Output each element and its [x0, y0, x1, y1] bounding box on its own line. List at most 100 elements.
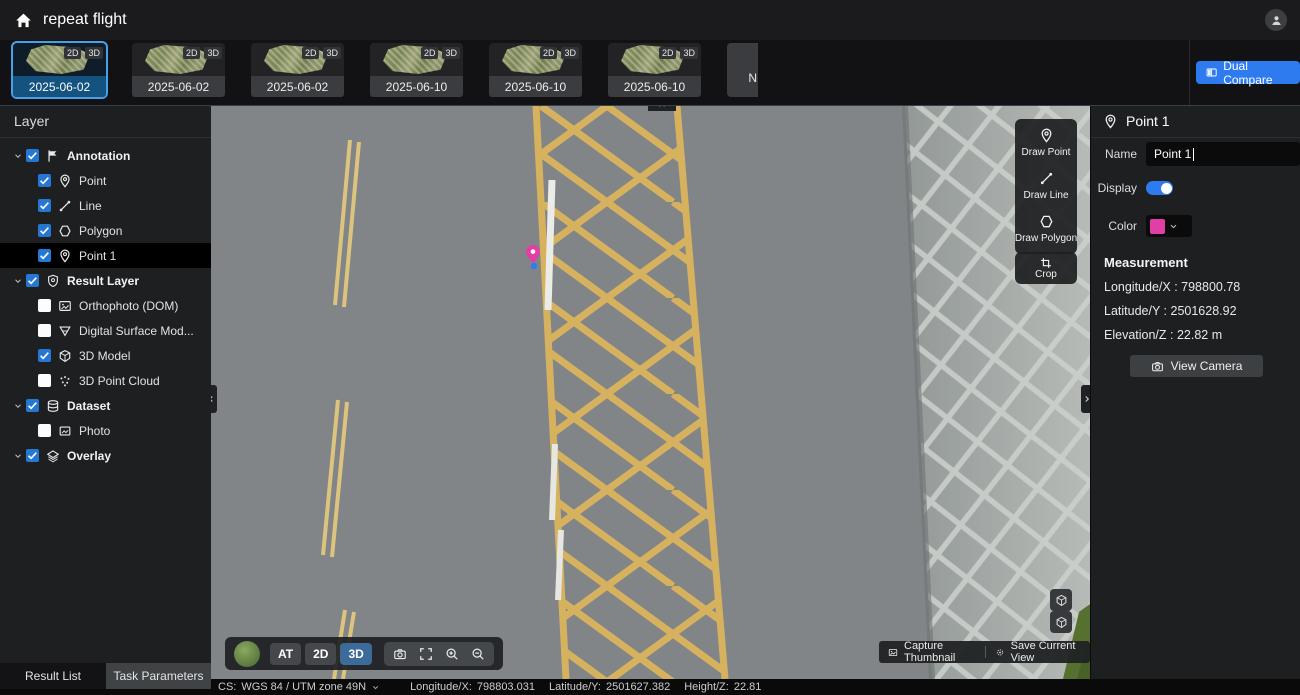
zoom-in-button[interactable]	[439, 643, 465, 665]
view-mode-at[interactable]: AT	[270, 643, 301, 665]
badge-2d[interactable]: 2D	[183, 47, 201, 59]
draw-line-tool[interactable]: Draw Line	[1015, 165, 1077, 208]
flight-thumbnail-3[interactable]: 2D3D2025-06-02	[251, 43, 344, 97]
chevron-down-icon[interactable]	[10, 451, 26, 461]
view-mode-2d[interactable]: 2D	[305, 643, 336, 665]
dual-compare-button[interactable]: Dual Compare	[1196, 61, 1300, 84]
zoomout-icon	[471, 647, 485, 661]
thumbnail-date: 2025-06-10	[489, 76, 582, 97]
split-view-icon	[1206, 66, 1217, 79]
checkbox-point[interactable]	[38, 174, 51, 187]
draw-polygon-tool[interactable]: Draw Polygon	[1015, 208, 1077, 251]
badge-2d[interactable]: 2D	[421, 47, 439, 59]
layer-row-3d-model[interactable]: 3D Model	[0, 343, 211, 368]
coordinate-system-selector[interactable]: CS:WGS 84 / UTM zone 49N	[218, 681, 380, 693]
color-picker[interactable]	[1146, 215, 1192, 237]
point-1-map-marker[interactable]	[523, 244, 543, 270]
status-longitude-x: Longitude/X:798803.031	[410, 681, 535, 693]
shield-icon	[46, 274, 60, 288]
badge-3d[interactable]: 3D	[442, 47, 460, 59]
layer-row-line[interactable]: Line	[0, 193, 211, 218]
checkbox-point-1[interactable]	[38, 249, 51, 262]
crop-tool[interactable]: Crop	[1015, 252, 1077, 284]
layer-row-digital-surface-model[interactable]: Digital Surface Mod...	[0, 318, 211, 343]
checkbox-dataset[interactable]	[26, 399, 39, 412]
inspector-title: Point 1	[1126, 113, 1170, 129]
checkbox-polygon[interactable]	[38, 224, 51, 237]
layer-row-overlay[interactable]: Overlay	[0, 443, 211, 468]
capture-thumbnail-label: Capture Thumbnail	[904, 640, 976, 664]
layer-row-dataset[interactable]: Dataset	[0, 393, 211, 418]
flight-thumbnail-6[interactable]: 2D3D2025-06-10	[608, 43, 701, 97]
zoom-out-button[interactable]	[465, 643, 491, 665]
badge-3d[interactable]: 3D	[204, 47, 222, 59]
view-mode-3d[interactable]: 3D	[340, 643, 371, 665]
flight-thumbnail-partial[interactable]: N	[727, 43, 758, 97]
image-icon	[888, 646, 898, 659]
layer-row-annotation[interactable]: Annotation	[0, 143, 211, 168]
flight-thumbnail-1[interactable]: 2D3D2025-06-02	[13, 43, 106, 97]
layer-row-orthophoto-dom[interactable]: Orthophoto (DOM)	[0, 293, 211, 318]
checkbox-3d-model[interactable]	[38, 349, 51, 362]
screenshot-button[interactable]	[387, 643, 413, 665]
name-value: Point 1	[1154, 147, 1191, 161]
camera-icon	[1151, 360, 1164, 373]
badge-2d[interactable]: 2D	[659, 47, 677, 59]
badge-3d[interactable]: 3D	[323, 47, 341, 59]
checkbox-3d-point-cloud[interactable]	[38, 374, 51, 387]
layer-row-result-layer[interactable]: Result Layer	[0, 268, 211, 293]
badge-2d[interactable]: 2D	[302, 47, 320, 59]
measurement-latitude-y: Latitude/Y : 2501628.92	[1104, 304, 1291, 318]
draw-point-tool[interactable]: Draw Point	[1015, 122, 1077, 165]
flight-thumbnail-5[interactable]: 2D3D 2025-06-10	[489, 43, 582, 97]
layer-row-point[interactable]: Point	[0, 168, 211, 193]
badge-2d[interactable]: 2D	[64, 47, 82, 59]
measurement-label: Longitude/X	[1104, 280, 1171, 294]
checkbox-digital-surface-model[interactable]	[38, 324, 51, 337]
flight-thumbnail-2[interactable]: 2D3D2025-06-02	[132, 43, 225, 97]
display-toggle[interactable]	[1146, 181, 1173, 195]
minimap-thumbnail[interactable]	[234, 641, 260, 667]
chevron-down-icon[interactable]	[10, 151, 26, 161]
checkbox-line[interactable]	[38, 199, 51, 212]
layer-row-photo[interactable]: Photo	[0, 418, 211, 443]
layer-row-3d-point-cloud[interactable]: 3D Point Cloud	[0, 368, 211, 393]
thumbnail-list: 2D3D2025-06-022D3D2025-06-022D3D2025-06-…	[13, 43, 758, 97]
capture-thumbnail-button[interactable]: Capture Thumbnail	[888, 640, 976, 664]
save-current-view-button[interactable]: Save Current View	[995, 640, 1081, 664]
checkbox-orthophoto-dom[interactable]	[38, 299, 51, 312]
fit-view-button[interactable]	[413, 643, 439, 665]
view-cube-button-1[interactable]	[1050, 589, 1072, 611]
tab-result-list[interactable]: Result List	[0, 663, 106, 689]
thumbnail-partial-label: N	[748, 71, 757, 85]
chevron-down-icon[interactable]	[10, 401, 26, 411]
home-icon[interactable]	[14, 11, 33, 30]
view-buttons-group	[384, 642, 494, 666]
tab-task-parameters[interactable]: Task Parameters	[106, 663, 211, 689]
image-icon	[58, 299, 72, 313]
measurement-label: Latitude/Y	[1104, 304, 1160, 318]
layer-row-polygon[interactable]: Polygon	[0, 218, 211, 243]
map-viewport[interactable]: Draw PointDraw LineDraw Polygon Crop AT2…	[211, 106, 1090, 679]
status-value: 22.81	[734, 681, 762, 693]
status-value: 2501627.382	[606, 681, 670, 693]
chevron-down-icon[interactable]	[10, 276, 26, 286]
flight-thumbnail-4[interactable]: 2D3D2025-06-10	[370, 43, 463, 97]
layer-row-point-1[interactable]: Point 1	[0, 243, 211, 268]
flag-icon	[46, 149, 60, 163]
capture-bar: Capture Thumbnail Save Current View	[879, 641, 1090, 663]
user-avatar[interactable]	[1265, 9, 1287, 31]
checkbox-overlay[interactable]	[26, 449, 39, 462]
view-camera-button[interactable]: View Camera	[1130, 355, 1263, 377]
checkbox-result-layer[interactable]	[26, 274, 39, 287]
aerial-orthophoto	[211, 106, 1090, 679]
view-cube-button-2[interactable]	[1050, 611, 1072, 633]
badge-3d[interactable]: 3D	[85, 47, 103, 59]
badge-3d[interactable]: 3D	[561, 47, 579, 59]
badge-3d[interactable]: 3D	[680, 47, 698, 59]
name-input[interactable]: Point 1	[1146, 142, 1300, 166]
checkbox-annotation[interactable]	[26, 149, 39, 162]
layer-label-orthophoto-dom: Orthophoto (DOM)	[79, 299, 178, 313]
checkbox-photo[interactable]	[38, 424, 51, 437]
badge-2d[interactable]: 2D	[540, 47, 558, 59]
